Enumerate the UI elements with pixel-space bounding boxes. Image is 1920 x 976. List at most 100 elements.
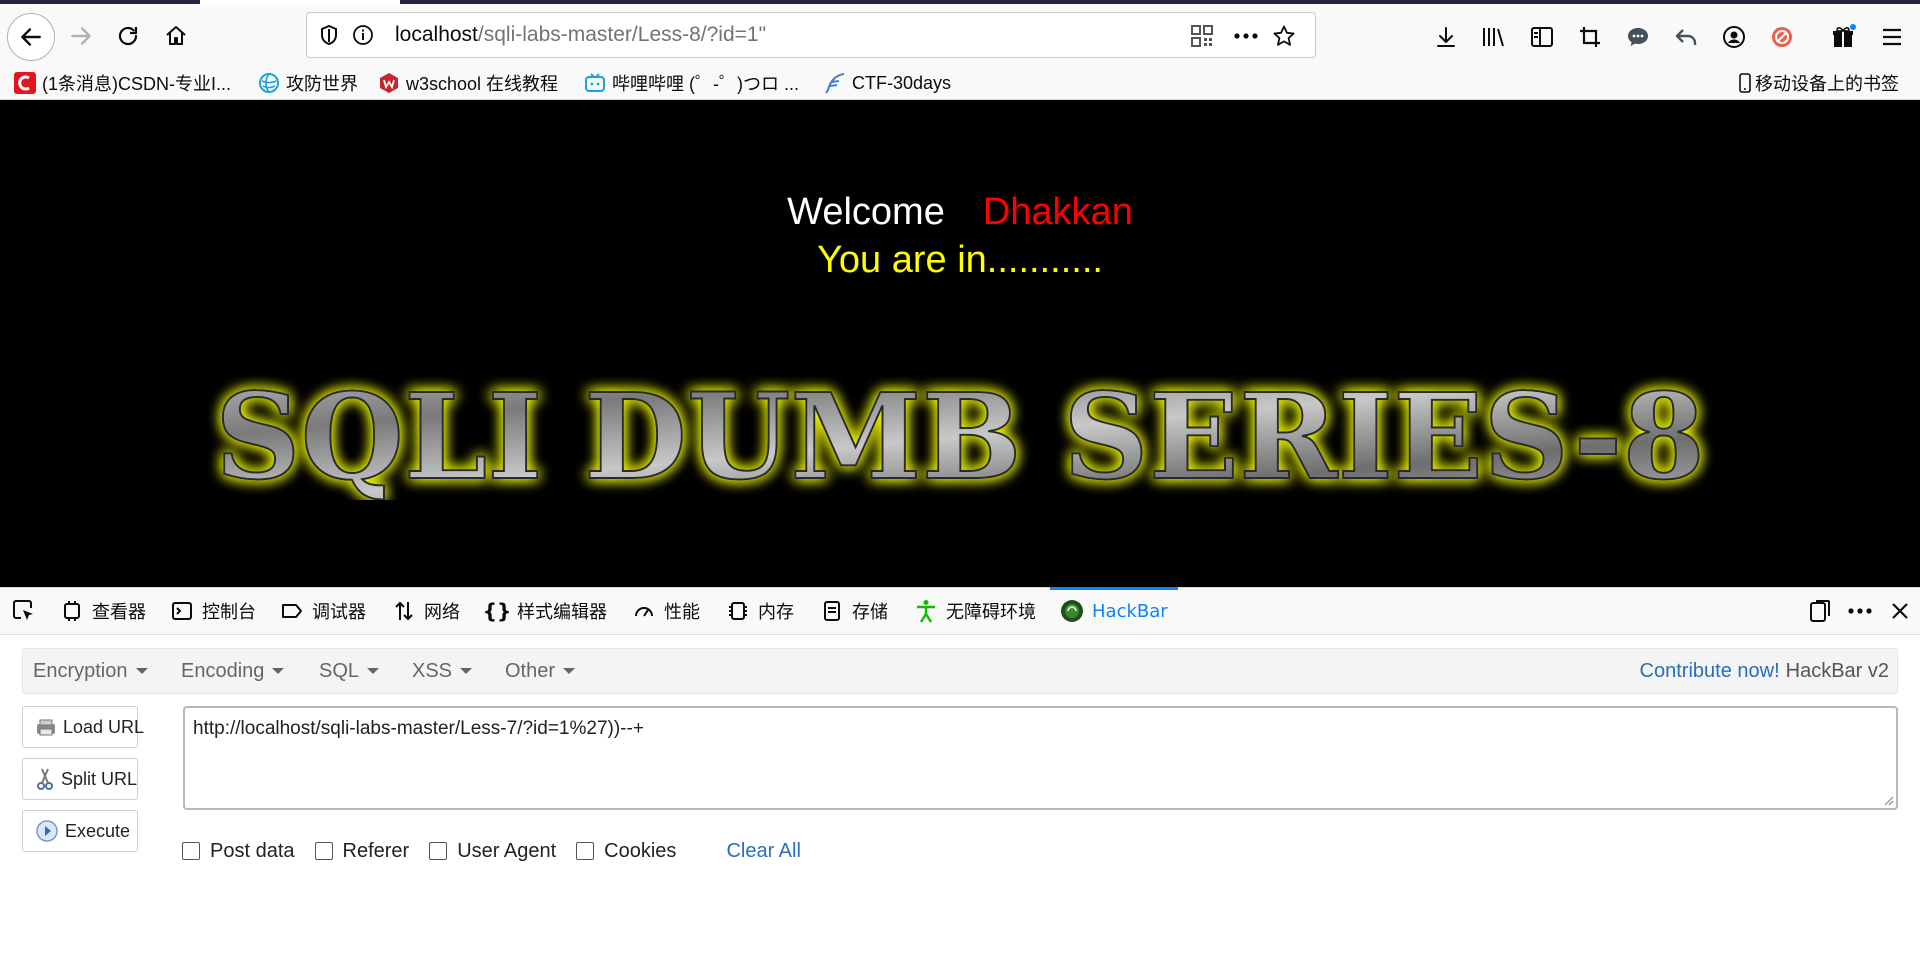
close-icon (1892, 603, 1908, 619)
site-info-icon[interactable] (349, 21, 377, 49)
tab-debugger[interactable]: 调试器 (280, 588, 366, 634)
sqli-series-banner: SQLI DUMB SERIES-8 (214, 370, 1706, 500)
referer-option[interactable]: Referer (314, 840, 409, 863)
menu-xss[interactable]: XSS (412, 649, 473, 693)
hackbar-url-input[interactable]: http://localhost/sqli-labs-master/Less-7… (183, 706, 1898, 810)
page-actions-button[interactable] (1231, 22, 1261, 50)
network-icon (392, 599, 416, 623)
accessibility-icon (914, 599, 938, 623)
tab-label: 性能 (664, 602, 700, 623)
user-agent-checkbox[interactable] (429, 842, 448, 860)
more-icon (1234, 33, 1258, 39)
bookmark-adworld[interactable]: 攻防世界 (258, 67, 358, 99)
tab-performance[interactable]: 性能 (632, 588, 700, 634)
tracking-protection-icon[interactable] (315, 21, 343, 49)
bookmark-label: CTF-30days (852, 72, 952, 93)
arrow-right-icon (71, 27, 91, 45)
bookmark-ctf30days[interactable]: CTF-30days (824, 67, 951, 99)
style-editor-icon: {} (482, 599, 512, 623)
menu-label: SQL (319, 659, 360, 682)
resize-grip-icon[interactable] (1882, 794, 1894, 806)
web-page-content: Welcome Dhakkan You are in........... SQL… (0, 100, 1920, 587)
tab-bar-background (400, 0, 1920, 4)
home-button[interactable] (159, 19, 193, 53)
button-label: Split URL (61, 768, 138, 789)
contribute-link[interactable]: Contribute now! (1640, 660, 1780, 683)
undo-extension-button[interactable] (1670, 21, 1702, 53)
console-icon (170, 599, 194, 623)
reload-icon (118, 26, 138, 46)
performance-icon (632, 599, 656, 623)
url-path: /sqli-labs-master/Less-8/?id=1" (477, 23, 767, 46)
menu-label: XSS (412, 659, 453, 682)
tab-console[interactable]: 控制台 (170, 588, 256, 634)
user-agent-option[interactable]: User Agent (429, 840, 556, 863)
cookies-option[interactable]: Cookies (576, 840, 676, 863)
dock-options-button[interactable] (1808, 588, 1832, 634)
tab-style-editor[interactable]: {} 样式编辑器 (482, 588, 607, 634)
cookies-checkbox[interactable] (576, 842, 595, 860)
bookmark-csdn[interactable]: (1条消息)CSDN-专业I... (14, 67, 231, 99)
screenshot-button[interactable] (1574, 21, 1606, 53)
caret-down-icon (272, 668, 285, 674)
arrow-left-icon (21, 28, 41, 46)
tab-accessibility[interactable]: 无障碍环境 (914, 588, 1036, 634)
bilibili-icon (584, 72, 606, 94)
library-button[interactable] (1478, 21, 1510, 53)
bookmark-label: 哔哩哔哩 (゜-゜)つロ ... (612, 74, 799, 94)
clear-all-link[interactable]: Clear All (726, 840, 800, 863)
execute-button[interactable]: Execute (22, 810, 138, 852)
bookmark-w3school[interactable]: w3school 在线教程 (378, 67, 558, 99)
menu-other[interactable]: Other (505, 649, 576, 693)
referer-checkbox[interactable] (314, 842, 333, 860)
reload-button[interactable] (111, 19, 145, 53)
hackbar-options: Post data Referer User Agent Cookies Cle… (182, 838, 801, 864)
forward-button[interactable] (64, 19, 98, 53)
welcome-text: Welcome (787, 191, 945, 233)
tab-label: 无障碍环境 (946, 602, 1036, 623)
chat-bubble-icon (1628, 28, 1648, 46)
tab-storage[interactable]: 存储 (820, 588, 888, 634)
bookmark-label: 攻防世界 (286, 74, 358, 94)
back-button[interactable] (7, 13, 55, 61)
devtools-close-button[interactable] (1890, 588, 1910, 634)
caret-down-icon (135, 668, 148, 674)
load-url-button[interactable]: Load URL (22, 706, 144, 748)
mobile-phone-icon (1738, 72, 1752, 94)
menu-sql[interactable]: SQL (319, 649, 380, 693)
caret-down-icon (367, 668, 380, 674)
blocker-extension-button[interactable] (1766, 21, 1798, 53)
more-icon (1848, 608, 1872, 614)
tab-inspector[interactable]: 查看器 (60, 588, 146, 634)
bookmark-label: w3school 在线教程 (406, 74, 559, 94)
post-data-option[interactable]: Post data (182, 840, 295, 863)
menu-encryption[interactable]: Encryption (33, 649, 148, 693)
split-url-button[interactable]: Split URL (22, 758, 138, 800)
bookmark-bilibili[interactable]: 哔哩哔哩 (゜-゜)つロ ... (584, 67, 799, 99)
hackbar-icon (1060, 599, 1084, 623)
welcome-line: Welcome Dhakkan (0, 191, 1920, 234)
chat-extension-button[interactable] (1622, 21, 1654, 53)
devtools-more-button[interactable] (1848, 588, 1872, 634)
downloads-button[interactable] (1430, 21, 1462, 53)
menu-encoding[interactable]: Encoding (181, 649, 285, 693)
username-text: Dhakkan (982, 191, 1133, 233)
tab-memory[interactable]: 内存 (726, 588, 794, 634)
tab-label: 查看器 (92, 602, 146, 623)
option-label: Post data (210, 839, 295, 862)
element-picker-button[interactable] (12, 588, 44, 634)
menu-button[interactable] (1876, 21, 1908, 53)
tab-hackbar[interactable]: HackBar (1050, 587, 1178, 634)
whats-new-button[interactable] (1828, 21, 1860, 53)
account-button[interactable] (1718, 21, 1750, 53)
url-bar[interactable]: localhost/sqli-labs-master/Less-8/?id=1" (306, 12, 1316, 58)
tab-network[interactable]: 网络 (392, 588, 460, 634)
tab-label: 控制台 (202, 602, 256, 623)
star-icon (1273, 25, 1295, 46)
bookmark-star-button[interactable] (1269, 21, 1299, 51)
mobile-bookmarks[interactable]: 移动设备上的书签 (1738, 67, 1899, 99)
gift-icon (1833, 24, 1856, 47)
sidebar-button[interactable] (1526, 21, 1558, 53)
post-data-checkbox[interactable] (182, 842, 200, 860)
qr-code-button[interactable] (1188, 22, 1216, 50)
